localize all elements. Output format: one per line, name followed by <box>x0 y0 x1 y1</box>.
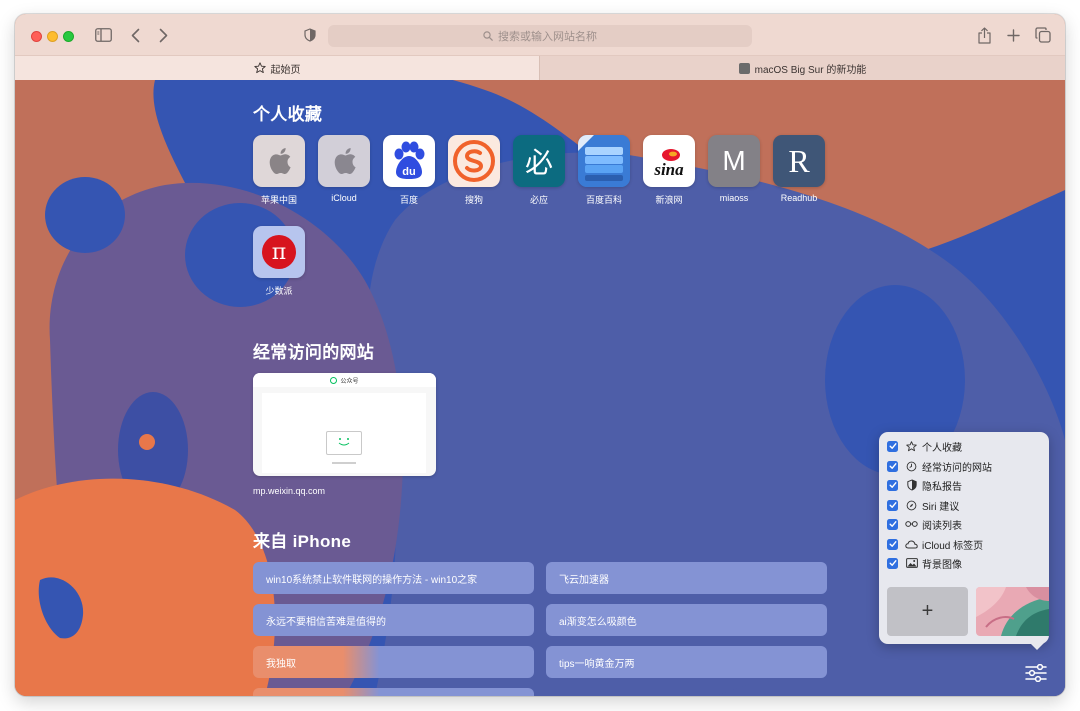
checkbox-checked-icon[interactable] <box>887 499 898 511</box>
favorite-label: 必应 <box>529 195 548 205</box>
baike-book-icon <box>578 135 630 187</box>
customize-item-reading-list[interactable]: 阅读列表 <box>887 515 962 533</box>
zoom-window-button[interactable] <box>63 31 74 42</box>
customize-item-favorites[interactable]: 个人收藏 <box>887 437 962 455</box>
background-thumbnail[interactable] <box>976 587 1049 636</box>
favorite-label: 百度 <box>399 195 418 205</box>
compass-icon <box>905 500 918 511</box>
tab-bar: 起始页 macOS Big Sur 的新功能 <box>15 56 1065 80</box>
favorite-label: 少数派 <box>265 286 293 296</box>
iphone-tab-item[interactable]: tips一响黄金万两 <box>546 646 827 678</box>
glasses-icon <box>905 520 918 528</box>
favorite-label: 苹果中国 <box>260 195 297 205</box>
customize-start-page-popover: 个人收藏 经常访问的网站 隐私报告 Siri 建议 阅读列表 iCloud 标签… <box>879 432 1049 644</box>
favorite-label: miaoss <box>719 193 749 203</box>
favorite-sina[interactable]: sina 新浪网 <box>639 135 699 206</box>
customize-item-privacy-report[interactable]: 隐私报告 <box>887 476 962 494</box>
sina-icon: sina <box>643 135 695 187</box>
frequently-visited-card[interactable]: 公众号 <box>253 373 436 476</box>
popover-arrow <box>1029 642 1045 650</box>
customize-item-frequently-visited[interactable]: 经常访问的网站 <box>887 457 992 475</box>
iphone-tab-item-partial[interactable] <box>253 688 534 696</box>
star-icon <box>253 62 266 74</box>
frequently-visited-title: 经常访问的网站 <box>253 343 375 362</box>
favorite-label: Readhub <box>780 193 818 203</box>
checkbox-checked-icon[interactable] <box>887 557 898 569</box>
apple-favicon-icon <box>738 62 750 74</box>
iphone-tab-item[interactable]: ai渐变怎么吸颜色 <box>546 604 827 636</box>
from-iphone-title: 来自 iPhone <box>253 532 352 551</box>
checkbox-checked-icon[interactable] <box>887 538 898 550</box>
checkbox-checked-icon[interactable] <box>887 440 898 452</box>
favorite-bing[interactable]: 必 必应 <box>509 135 569 206</box>
monitor-icon <box>326 431 362 455</box>
favorite-label: 搜狗 <box>464 195 483 205</box>
safari-window: 搜索或输入网站名称 起始页 macOS Big Sur 的新功能 个人收藏 苹果… <box>15 14 1065 696</box>
bing-icon: 必 <box>513 135 565 187</box>
checkbox-checked-icon[interactable] <box>887 479 898 491</box>
tab-overview-icon[interactable] <box>1034 26 1052 44</box>
sogou-icon <box>448 135 500 187</box>
clock-icon <box>905 461 918 472</box>
back-chevron-icon[interactable] <box>127 26 143 44</box>
favorite-miaoss[interactable]: M miaoss <box>704 135 764 203</box>
apple-logo-icon <box>318 135 370 187</box>
address-bar[interactable]: 搜索或输入网站名称 <box>328 25 752 47</box>
frequently-visited-label: mp.weixin.qq.com <box>253 486 326 496</box>
preview-header: 公众号 <box>253 373 436 387</box>
shield-icon <box>905 479 918 491</box>
start-page: 个人收藏 苹果中国 iCloud du 百度 搜狗 必 必应 百度百科 sina… <box>15 80 1065 696</box>
apple-logo-icon <box>253 135 305 187</box>
search-icon <box>483 31 493 41</box>
preview-body <box>262 393 426 473</box>
checkbox-checked-icon[interactable] <box>887 460 898 472</box>
favorite-label: iCloud <box>331 193 357 203</box>
favorite-sspai[interactable]: π 少数派 <box>249 226 309 297</box>
sidebar-toggle-icon[interactable] <box>94 26 112 44</box>
favorite-readhub[interactable]: R Readhub <box>769 135 829 203</box>
star-icon <box>905 440 918 452</box>
checkbox-checked-icon[interactable] <box>887 518 898 530</box>
baidu-paw-icon: du <box>383 135 435 187</box>
favorite-label: 新浪网 <box>655 195 683 205</box>
forward-chevron-icon[interactable] <box>155 26 171 44</box>
favorite-baike[interactable]: 百度百科 <box>574 135 634 206</box>
share-icon[interactable] <box>976 25 992 45</box>
iphone-tab-item[interactable]: 永远不要相信苦难是值得的 <box>253 604 534 636</box>
close-window-button[interactable] <box>31 31 42 42</box>
customize-item-siri-suggestions[interactable]: Siri 建议 <box>887 496 959 514</box>
new-tab-plus-icon[interactable] <box>1005 26 1021 44</box>
favorite-baidu[interactable]: du 百度 <box>379 135 439 206</box>
address-placeholder: 搜索或输入网站名称 <box>498 31 597 43</box>
customize-sliders-icon[interactable] <box>1023 660 1049 686</box>
add-background-button[interactable]: + <box>887 587 968 636</box>
sspai-pi-icon: π <box>253 226 305 278</box>
tab-label: 起始页 <box>270 64 301 76</box>
iphone-tab-item[interactable]: win10系统禁止软件联网的操作方法 - win10之家 <box>253 562 534 594</box>
cloud-icon <box>905 539 918 549</box>
tab-start-page[interactable]: 起始页 <box>15 56 539 80</box>
preview-caption <box>332 462 356 464</box>
favorite-apple-china[interactable]: 苹果中国 <box>249 135 309 206</box>
iphone-tab-item[interactable]: 飞云加速器 <box>546 562 827 594</box>
favorites-title: 个人收藏 <box>253 105 323 124</box>
tab-label: macOS Big Sur 的新功能 <box>754 64 867 76</box>
iphone-tab-item[interactable]: 我独取 <box>253 646 534 678</box>
favorite-label: 百度百科 <box>585 195 622 205</box>
toolbar: 搜索或输入网站名称 <box>15 14 1065 56</box>
letter-m-icon: M <box>708 135 760 187</box>
image-icon <box>905 558 918 568</box>
favorite-icloud[interactable]: iCloud <box>314 135 374 203</box>
privacy-shield-icon[interactable] <box>302 26 318 44</box>
letter-r-icon: R <box>773 135 825 187</box>
favorite-sogou[interactable]: 搜狗 <box>444 135 504 206</box>
customize-item-background-image[interactable]: 背景图像 <box>887 554 962 572</box>
customize-item-icloud-tabs[interactable]: iCloud 标签页 <box>887 535 983 553</box>
minimize-window-button[interactable] <box>47 31 58 42</box>
svg-text:du: du <box>402 166 415 178</box>
svg-text:sina: sina <box>653 160 684 179</box>
wechat-mp-icon <box>330 376 338 384</box>
tab-macos-big-sur[interactable]: macOS Big Sur 的新功能 <box>539 56 1065 80</box>
